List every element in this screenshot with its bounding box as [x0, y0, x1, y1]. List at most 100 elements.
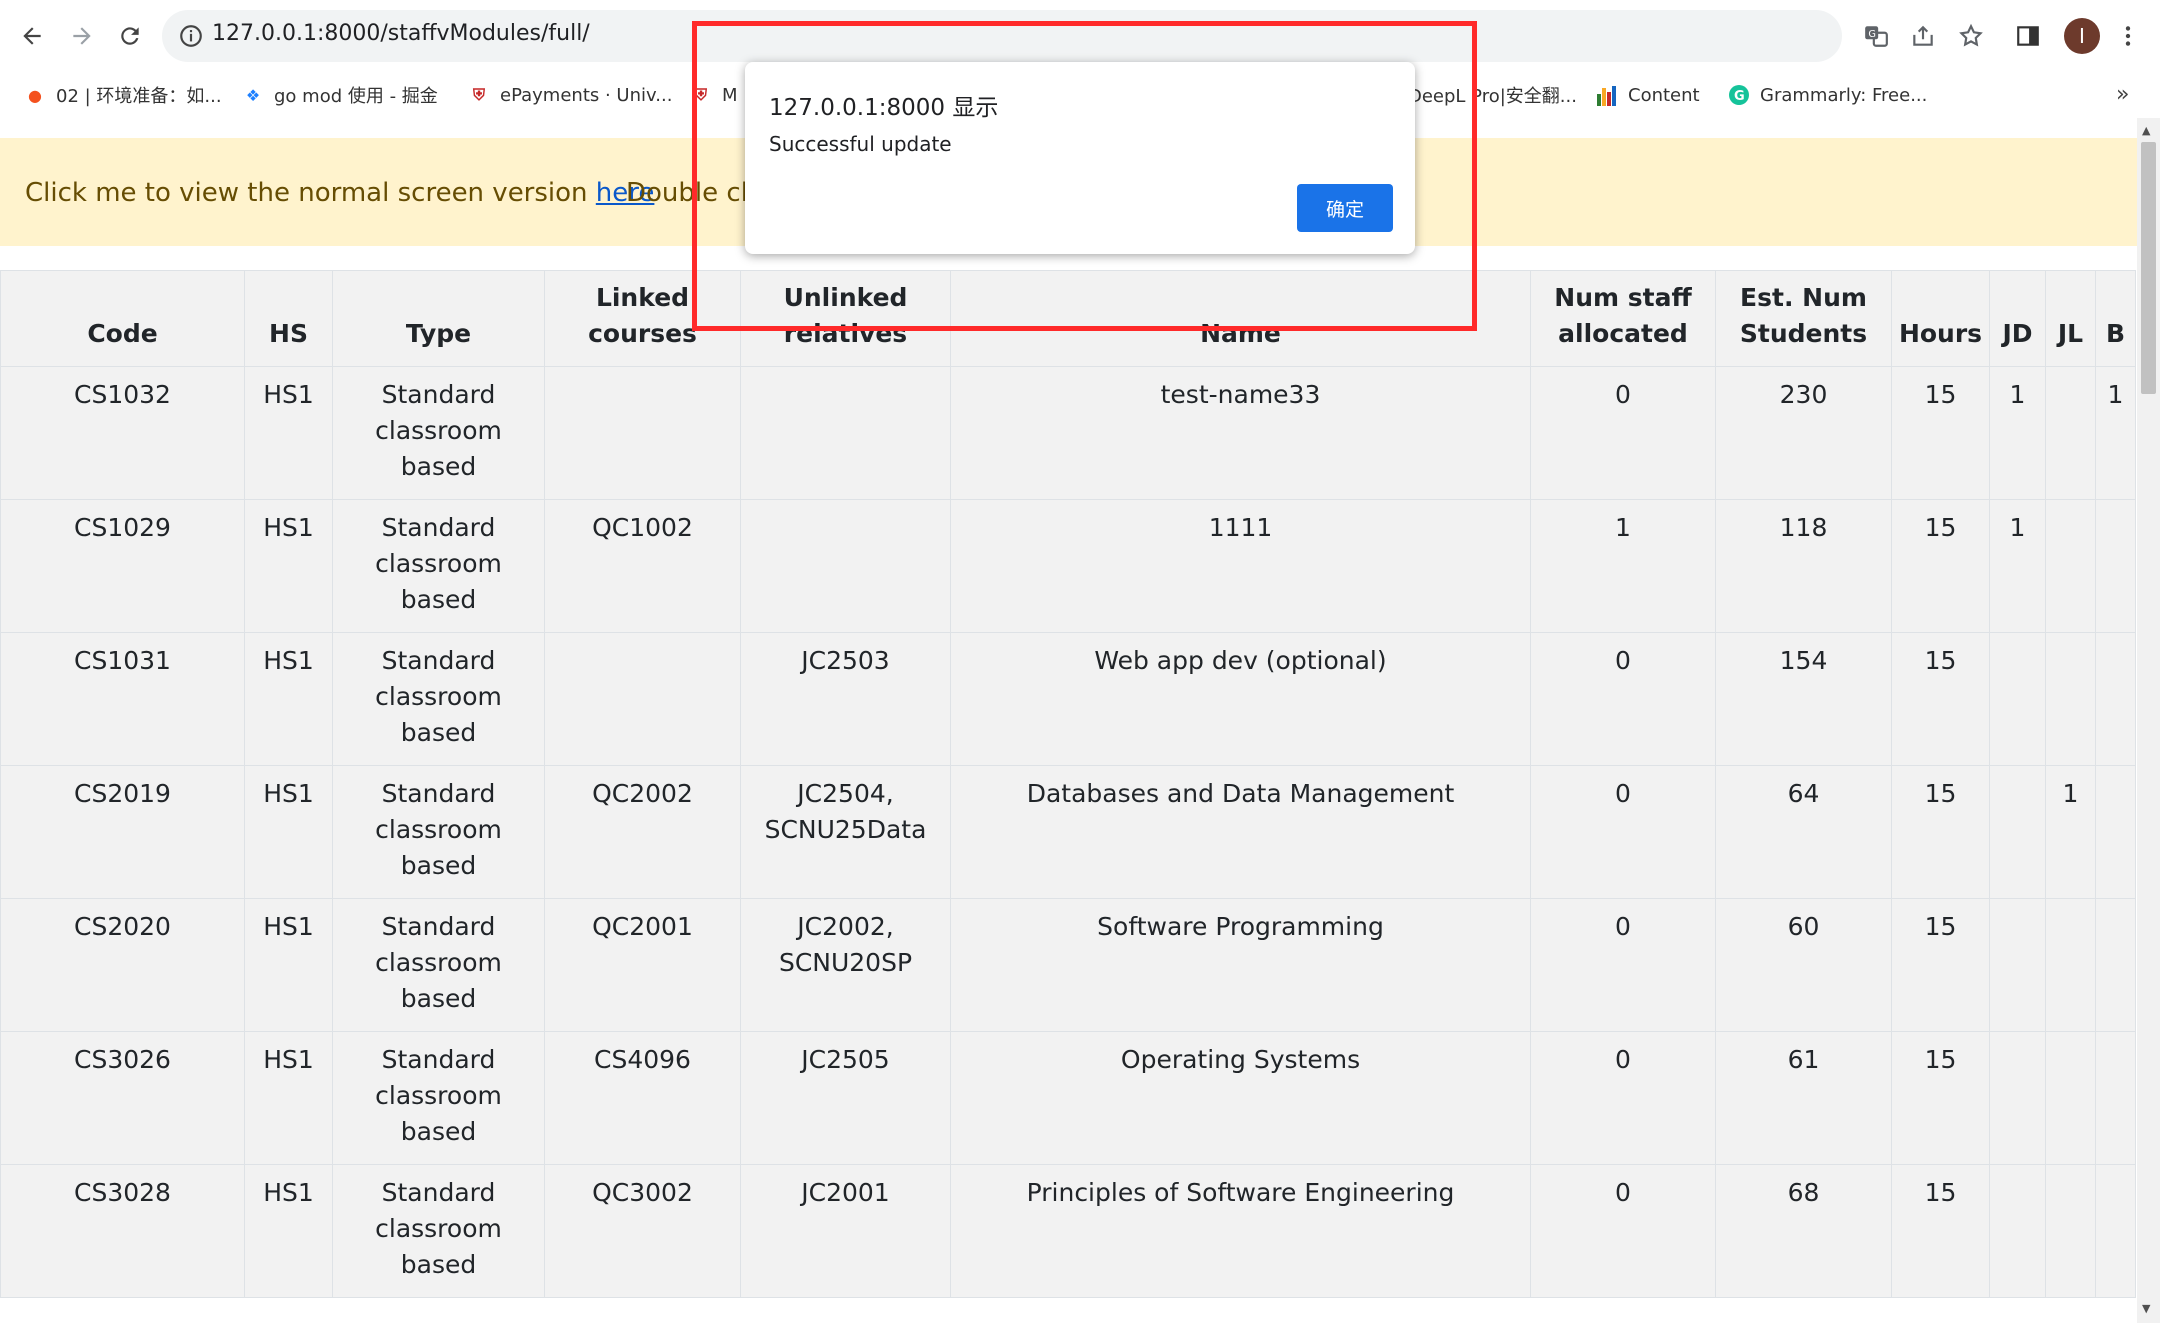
- dialog-message: Successful update: [769, 132, 952, 156]
- bookmarks-overflow-button[interactable]: »: [2116, 82, 2129, 107]
- banner-prefix: Click me to view the normal screen versi…: [25, 178, 596, 208]
- dialog-title: 127.0.0.1:8000 显示: [769, 95, 999, 121]
- cell-staff: 0: [1530, 898, 1716, 1032]
- scrollbar-thumb[interactable]: [2141, 142, 2156, 394]
- bookmark-item[interactable]: G Grammarly: Free...: [1728, 80, 1927, 110]
- cell-name: test-name33: [950, 366, 1531, 500]
- cell-jl: [2045, 632, 2096, 766]
- table-header-row: Code HS Type Linked courses Unlinked relatives…: [0, 270, 2136, 367]
- column-header: Est. Num Students: [1715, 270, 1892, 367]
- table-row[interactable]: CS1029 HS1 Standard classroom based QC1002 111…: [0, 499, 2136, 633]
- share-icon: [1913, 25, 1933, 46]
- header-line: Hours: [1898, 319, 1983, 348]
- profile-avatar[interactable]: I: [2064, 18, 2100, 54]
- header-line: JL: [2057, 319, 2084, 348]
- cell-hours: 15: [1891, 898, 1990, 1032]
- vertical-scrollbar[interactable]: ▲ ▼: [2137, 118, 2160, 1323]
- cell-hs: HS1: [244, 1164, 333, 1298]
- menu-button[interactable]: [2110, 18, 2146, 54]
- back-button[interactable]: [10, 14, 54, 58]
- scroll-up-arrow-icon[interactable]: ▲: [2142, 124, 2150, 137]
- cell-code: CS3026: [0, 1031, 245, 1165]
- cell-staff: 0: [1530, 632, 1716, 766]
- table-row[interactable]: CS1031 HS1 Standard classroom based JC2503 Web…: [0, 632, 2136, 766]
- cell-hours: 15: [1891, 1164, 1990, 1298]
- bookmark-icon: ⛨: [694, 85, 707, 104]
- cell-line: Standard: [381, 380, 496, 409]
- header-line: relatives: [783, 319, 908, 348]
- cell-staff: 0: [1530, 765, 1716, 899]
- cell-line: based: [400, 984, 477, 1013]
- cell-staff: 0: [1530, 366, 1716, 500]
- share-button[interactable]: [1905, 18, 1941, 54]
- banner-text: Click me to view the normal screen versi…: [25, 178, 654, 208]
- table-row[interactable]: CS3028 HS1 Standard classroom based QC3002 JC2…: [0, 1164, 2136, 1298]
- cell-linked: [544, 366, 741, 500]
- reload-button[interactable]: [108, 14, 152, 58]
- shield-icon: ⛨: [472, 85, 485, 104]
- cell-hours: 15: [1891, 366, 1990, 500]
- table-row[interactable]: CS3026 HS1 Standard classroom based CS4096 JC2…: [0, 1031, 2136, 1165]
- cell-code: CS3028: [0, 1164, 245, 1298]
- cell-name: Databases and Data Management: [950, 765, 1531, 899]
- cell-line: SCNU20SP: [778, 948, 913, 977]
- cell-type: Standard classroom based: [332, 632, 545, 766]
- cell-b: [2095, 1164, 2136, 1298]
- cell-name: Operating Systems: [950, 1031, 1531, 1165]
- cell-b: [2095, 1031, 2136, 1165]
- cell-unlinked: JC2503: [740, 632, 951, 766]
- cell-line: classroom: [375, 682, 502, 711]
- cell-unlinked: JC2002, SCNU20SP: [740, 898, 951, 1032]
- cell-name: 1111: [950, 499, 1531, 633]
- cell-b: [2095, 632, 2136, 766]
- bar-chart-icon: [1596, 84, 1618, 106]
- table-row[interactable]: CS2019 HS1 Standard classroom based QC2002 JC2…: [0, 765, 2136, 899]
- bookmark-star-button[interactable]: [1953, 18, 1989, 54]
- cell-line: classroom: [375, 1214, 502, 1243]
- cell-jd: [1989, 765, 2046, 899]
- bookmark-item[interactable]: ⛨ M: [690, 80, 738, 110]
- column-header: Num staff allocated: [1530, 270, 1716, 367]
- cell-jl: [2045, 366, 2096, 500]
- forward-button[interactable]: [60, 14, 104, 58]
- reload-icon: [121, 27, 139, 45]
- star-icon: [1959, 23, 1983, 47]
- cell-hours: 15: [1891, 765, 1990, 899]
- bookmark-label: DeepL Pro|安全翻...: [1408, 86, 1577, 107]
- bookmark-item[interactable]: Content: [1596, 80, 1700, 110]
- table-row[interactable]: CS1032 HS1 Standard classroom based test-name…: [0, 366, 2136, 500]
- banner-secondary-text: Double cli: [626, 178, 756, 208]
- cell-students: 61: [1715, 1031, 1892, 1165]
- column-header: JD: [1989, 270, 2046, 367]
- bookmark-label: go mod 使用 - 掘金: [274, 86, 438, 107]
- cell-hours: 15: [1891, 632, 1990, 766]
- side-panel-button[interactable]: [2010, 18, 2046, 54]
- bookmark-item[interactable]: ❖ go mod 使用 - 掘金: [242, 80, 438, 110]
- alert-dialog: 127.0.0.1:8000 显示 Successful update 确定: [745, 62, 1415, 254]
- ok-button[interactable]: 确定: [1297, 184, 1393, 232]
- translate-button[interactable]: G: [1858, 18, 1894, 54]
- juejin-icon: ❖: [245, 85, 261, 105]
- table-row[interactable]: CS2020 HS1 Standard classroom based QC2001 JC2…: [0, 898, 2136, 1032]
- bookmark-item[interactable]: ● 02 | 环境准备：如...: [24, 80, 222, 110]
- cell-unlinked: JC2504, SCNU25Data: [740, 765, 951, 899]
- svg-text:G: G: [1734, 89, 1745, 104]
- column-header: Hours: [1891, 270, 1990, 367]
- cell-linked: QC1002: [544, 499, 741, 633]
- scroll-down-arrow-icon[interactable]: ▼: [2142, 1302, 2150, 1315]
- cell-jd: [1989, 898, 2046, 1032]
- bookmark-item[interactable]: ⛨ ePayments · Univ...: [468, 80, 672, 110]
- cell-b: [2095, 898, 2136, 1032]
- cell-students: 118: [1715, 499, 1892, 633]
- cell-line: based: [400, 1250, 477, 1279]
- cell-students: 64: [1715, 765, 1892, 899]
- cell-linked: QC2002: [544, 765, 741, 899]
- grammarly-icon: G: [1728, 84, 1750, 106]
- cell-jl: [2045, 1031, 2096, 1165]
- cell-line: JC2001: [801, 1178, 890, 1207]
- cell-name: Software Programming: [950, 898, 1531, 1032]
- cell-students: 230: [1715, 366, 1892, 500]
- address-bar[interactable]: 127.0.0.1:8000/staffvModules/full/: [162, 10, 1842, 62]
- bookmark-label: M: [722, 84, 738, 106]
- cell-jl: [2045, 499, 2096, 633]
